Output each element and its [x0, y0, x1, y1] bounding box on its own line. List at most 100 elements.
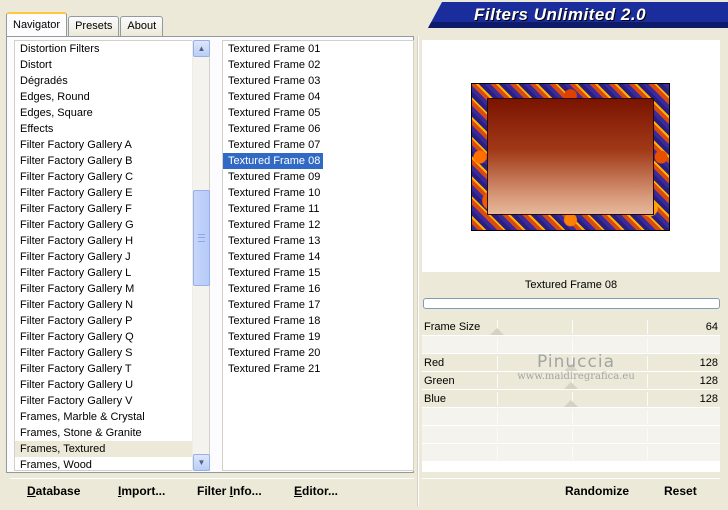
category-scrollbar[interactable]: ▲ ▼ [192, 40, 210, 471]
progress-bar [423, 298, 720, 309]
header-banner: Filters Unlimited 2.0 [428, 2, 728, 28]
database-button[interactable]: Database [27, 482, 80, 500]
scroll-down-button[interactable]: ▼ [193, 454, 210, 471]
category-item[interactable]: Filter Factory Gallery V [15, 393, 209, 409]
panel-divider [417, 36, 419, 506]
filter-item[interactable]: Textured Frame 08 [223, 153, 324, 169]
selected-filter-label: Textured Frame 08 [422, 274, 720, 298]
parameter-row[interactable]: Frame Size 64 [422, 318, 720, 336]
slider-thumb[interactable] [564, 382, 578, 389]
category-item[interactable]: Filter Factory Gallery F [15, 201, 209, 217]
slider-tick [497, 356, 498, 370]
category-item[interactable]: Frames, Textured [15, 441, 209, 457]
parameter-row[interactable]: Green 128 [422, 372, 720, 390]
tab-about[interactable]: About [120, 16, 164, 36]
filter-item[interactable]: Textured Frame 07 [223, 137, 413, 153]
filter-item[interactable]: Textured Frame 19 [223, 329, 413, 345]
category-item[interactable]: Filter Factory Gallery T [15, 361, 209, 377]
filter-item[interactable]: Textured Frame 15 [223, 265, 413, 281]
slider-tick [572, 320, 573, 334]
category-item[interactable]: Distortion Filters [15, 41, 209, 57]
bottom-toolbar-right: Randomize Reset [422, 478, 720, 502]
category-item[interactable]: Filter Factory Gallery B [15, 153, 209, 169]
category-item[interactable]: Frames, Stone & Granite [15, 425, 209, 441]
filter-item[interactable]: Textured Frame 02 [223, 57, 413, 73]
filter-item[interactable]: Textured Frame 13 [223, 233, 413, 249]
filter-item[interactable]: Textured Frame 21 [223, 361, 413, 377]
slider-thumb[interactable] [564, 400, 578, 407]
category-list[interactable]: Distortion Filters Distort Dégradés Edges, … [14, 40, 210, 471]
category-item[interactable]: Filter Factory Gallery N [15, 297, 209, 313]
slider-thumb[interactable] [489, 328, 504, 335]
reset-button[interactable]: Reset [664, 482, 697, 500]
filter-list[interactable]: Textured Frame 01 Textured Frame 02 Textur… [222, 40, 414, 471]
app-title: Filters Unlimited 2.0 [474, 5, 647, 24]
filter-item[interactable]: Textured Frame 18 [223, 313, 413, 329]
slider-tick [647, 338, 648, 352]
parameter-label: Red [424, 357, 445, 369]
filter-item[interactable]: Textured Frame 16 [223, 281, 413, 297]
category-item[interactable]: Edges, Square [15, 105, 209, 121]
import-button[interactable]: Import... [118, 482, 165, 500]
category-item[interactable]: Filter Factory Gallery G [15, 217, 209, 233]
category-item[interactable]: Distort [15, 57, 209, 73]
filter-info-button[interactable]: Filter Info... [197, 482, 262, 500]
slider-tick [647, 446, 648, 460]
category-item[interactable]: Filter Factory Gallery Q [15, 329, 209, 345]
parameters-panel: Frame Size 64 Red 128 Green 128 Blue 128 [422, 318, 720, 472]
filter-item[interactable]: Textured Frame 03 [223, 73, 413, 89]
tab-navigator[interactable]: Navigator [6, 12, 68, 36]
slider-tick [572, 410, 573, 424]
editor-button[interactable]: Editor... [294, 482, 338, 500]
scroll-up-button[interactable]: ▲ [193, 40, 210, 57]
slider-tick [497, 374, 498, 388]
category-item[interactable]: Frames, Marble & Crystal [15, 409, 209, 425]
filter-item[interactable]: Textured Frame 14 [223, 249, 413, 265]
category-item[interactable]: Filter Factory Gallery M [15, 281, 209, 297]
category-item[interactable]: Filter Factory Gallery U [15, 377, 209, 393]
slider-tick [572, 428, 573, 442]
category-item[interactable]: Filter Factory Gallery C [15, 169, 209, 185]
randomize-button[interactable]: Randomize [565, 482, 629, 500]
category-item[interactable]: Edges, Round [15, 89, 209, 105]
filter-item[interactable]: Textured Frame 05 [223, 105, 413, 121]
slider-tick [497, 338, 498, 352]
slider-tick [497, 428, 498, 442]
category-item[interactable]: Filter Factory Gallery S [15, 345, 209, 361]
filter-item[interactable]: Textured Frame 04 [223, 89, 413, 105]
slider-tick [647, 392, 648, 406]
filter-item[interactable]: Textured Frame 20 [223, 345, 413, 361]
category-item[interactable]: Filter Factory Gallery A [15, 137, 209, 153]
tab-presets[interactable]: Presets [68, 16, 120, 36]
parameter-row-empty [422, 426, 720, 444]
filter-item[interactable]: Textured Frame 06 [223, 121, 413, 137]
category-item[interactable]: Frames, Wood [15, 457, 209, 470]
category-item[interactable]: Dégradés [15, 73, 209, 89]
category-item[interactable]: Filter Factory Gallery H [15, 233, 209, 249]
filter-item[interactable]: Textured Frame 10 [223, 185, 413, 201]
filter-item[interactable]: Textured Frame 17 [223, 297, 413, 313]
scroll-thumb[interactable] [193, 190, 210, 286]
parameter-label: Frame Size [424, 321, 481, 333]
slider-tick [497, 392, 498, 406]
filter-item[interactable]: Textured Frame 01 [223, 41, 413, 57]
category-item[interactable]: Effects [15, 121, 209, 137]
slider-thumb[interactable] [564, 364, 578, 371]
slider-tick [647, 320, 648, 334]
parameter-row[interactable]: Red 128 [422, 354, 720, 372]
category-item[interactable]: Filter Factory Gallery J [15, 249, 209, 265]
category-item[interactable]: Filter Factory Gallery L [15, 265, 209, 281]
category-item[interactable]: Filter Factory Gallery P [15, 313, 209, 329]
parameter-value: 128 [699, 357, 718, 369]
filter-item[interactable]: Textured Frame 12 [223, 217, 413, 233]
slider-tick [572, 338, 573, 352]
grip-icon [198, 234, 205, 242]
filter-item[interactable]: Textured Frame 11 [223, 201, 413, 217]
parameter-value: 128 [699, 393, 718, 405]
category-item[interactable]: Filter Factory Gallery E [15, 185, 209, 201]
parameter-row-empty [422, 336, 720, 354]
tab-strip: Navigator Presets About [6, 12, 164, 36]
parameter-row[interactable]: Blue 128 [422, 390, 720, 408]
parameter-row-empty [422, 408, 720, 426]
filter-item[interactable]: Textured Frame 09 [223, 169, 413, 185]
